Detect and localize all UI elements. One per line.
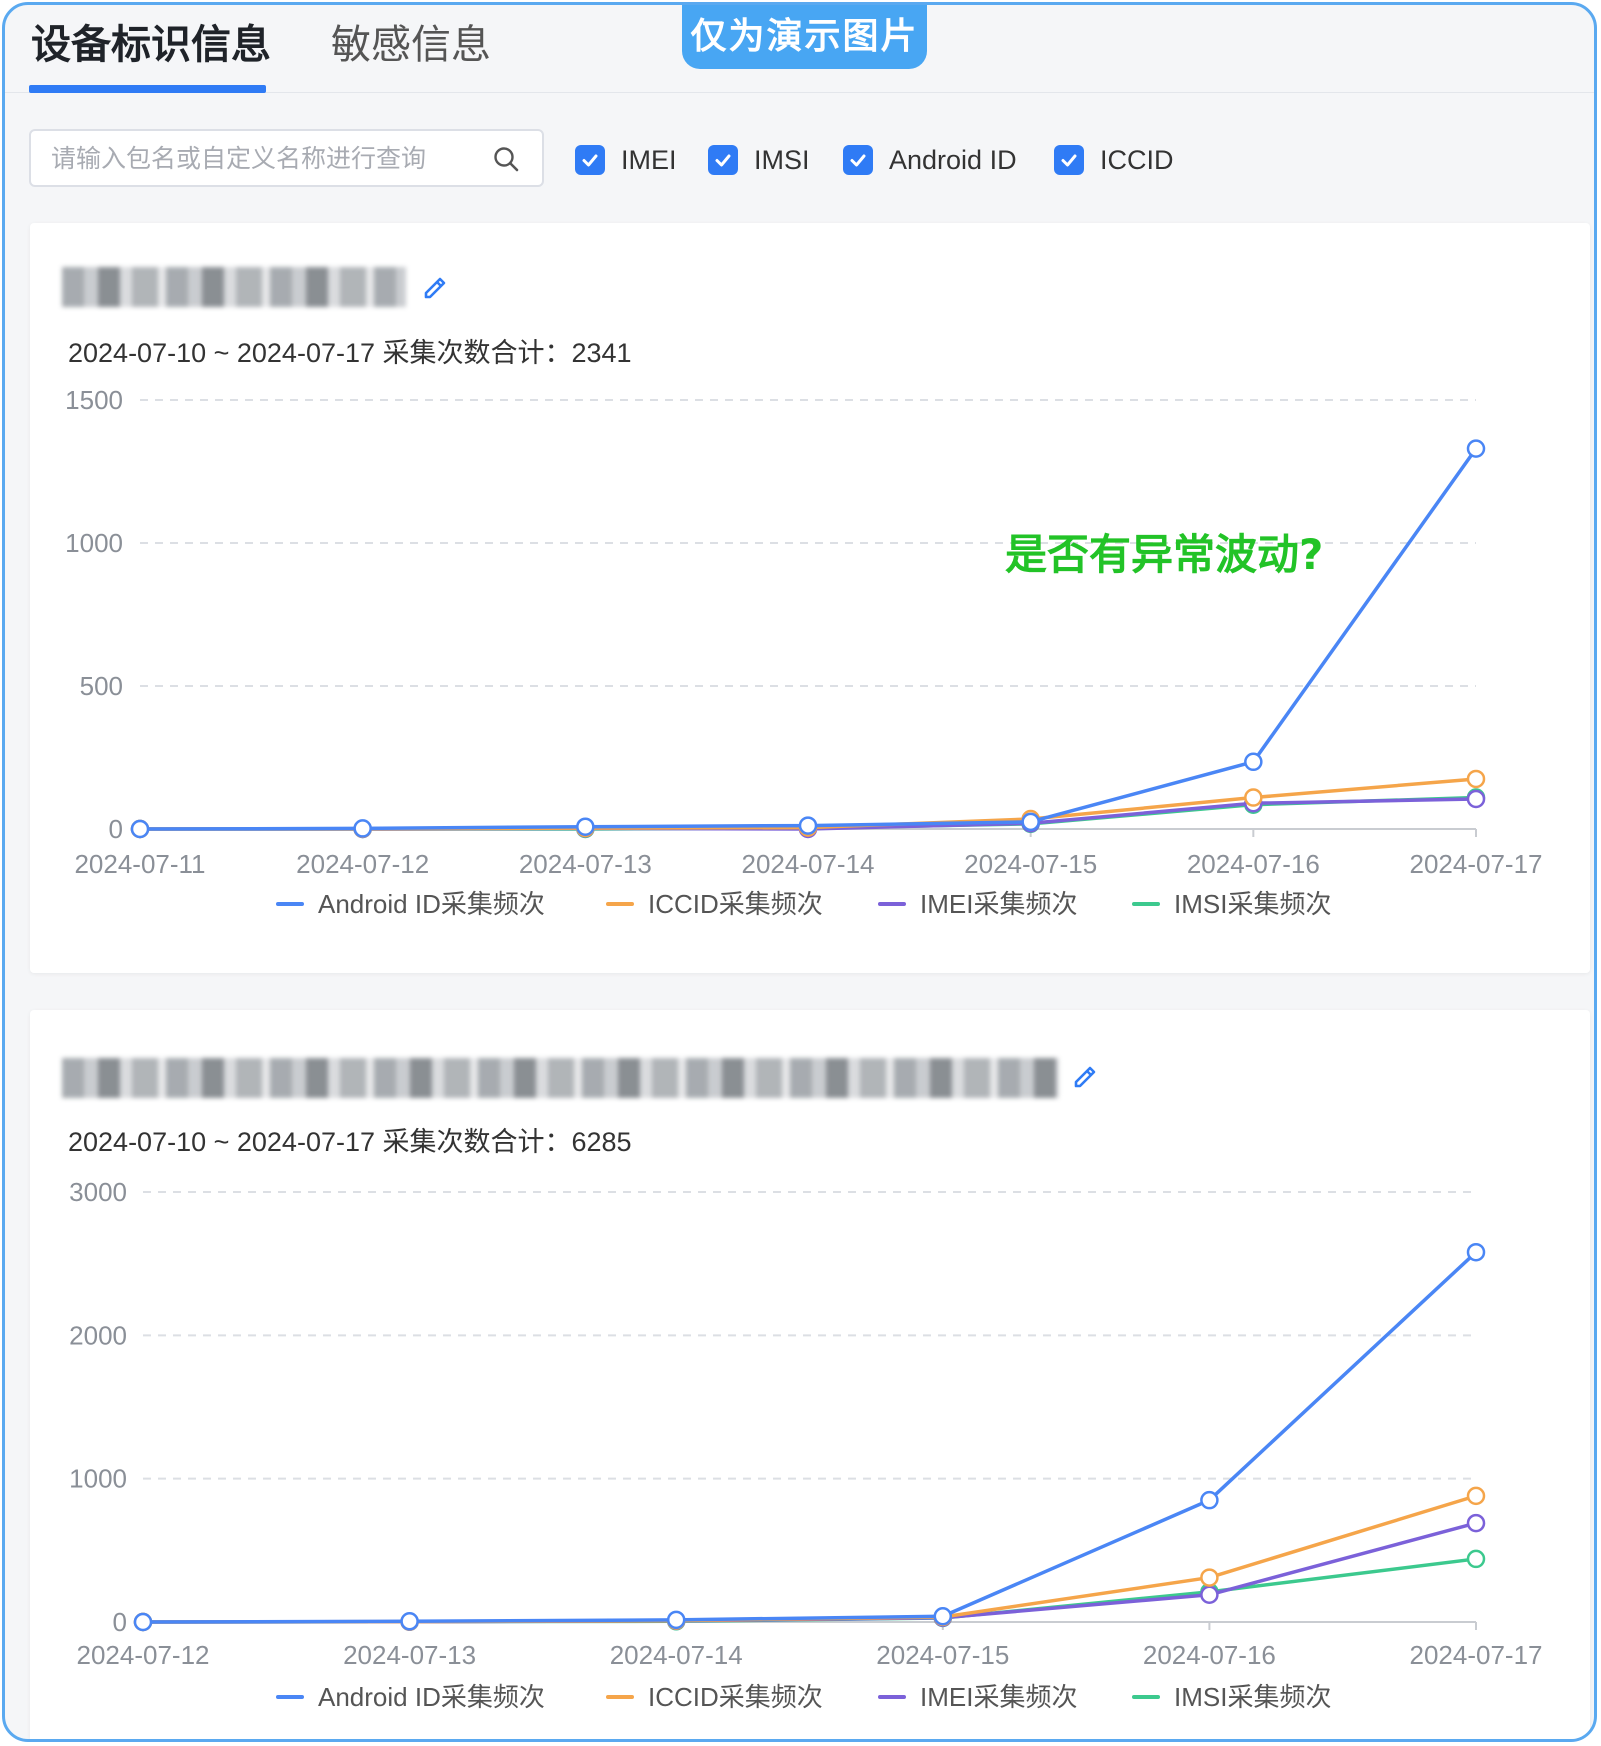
legend-label[interactable]: ICCID采集频次 (648, 889, 823, 919)
x-tick-label: 2024-07-11 (74, 849, 205, 879)
collection-summary: 2024-07-10 ~ 2024-07-17 采集次数合计：2341 (68, 338, 632, 368)
series-line (142, 1250, 1478, 1624)
edit-icon[interactable] (420, 271, 450, 301)
filter-label: Android ID (889, 144, 1017, 175)
series-line (142, 1494, 1477, 1624)
tab-bar: 设备标识信息 敏感信息 仅为演示图片 (5, 5, 1594, 93)
line-chart: 0 1000 2000 3000 2024-07-12 2024-07-13 2024-07… (69, 1177, 1543, 1712)
data-point[interactable] (353, 819, 372, 838)
x-tick-label: 2024-07-15 (876, 1640, 1009, 1670)
demo-badge: 仅为演示图片 (682, 5, 927, 69)
data-point[interactable] (1466, 1242, 1486, 1262)
x-tick-label: 2024-07-14 (742, 849, 875, 879)
filter-imei[interactable]: IMEI (575, 143, 677, 177)
x-tick-label: 2024-07-13 (519, 849, 652, 879)
legend-label[interactable]: ICCID采集频次 (648, 1682, 823, 1712)
data-point[interactable] (133, 1612, 153, 1632)
checkbox-checked-icon[interactable] (575, 145, 605, 175)
app-frame: 设备标识信息 敏感信息 仅为演示图片 IMEI IMSI Android ID (2, 2, 1597, 1742)
filter-label: ICCID (1100, 144, 1174, 175)
collection-summary: 2024-07-10 ~ 2024-07-17 采集次数合计：6285 (68, 1127, 632, 1157)
fluctuation-annotation: 是否有异常波动? (1005, 530, 1324, 579)
x-tick-label: 2024-07-17 (1410, 849, 1543, 879)
legend-label[interactable]: Android ID采集频次 (318, 889, 545, 919)
data-point[interactable] (130, 819, 150, 839)
data-point[interactable] (576, 817, 595, 836)
y-tick-label: 0 (109, 814, 123, 844)
series-line (139, 447, 1478, 831)
blurred-app-name (62, 267, 406, 307)
x-tick-label: 2024-07-16 (1187, 849, 1320, 879)
edit-icon[interactable] (1070, 1060, 1100, 1090)
data-point[interactable] (400, 1612, 419, 1631)
y-tick-label: 3000 (69, 1177, 127, 1207)
x-tick-label: 2024-07-13 (343, 1640, 476, 1670)
data-point[interactable] (1244, 752, 1263, 772)
data-point[interactable] (1244, 788, 1263, 807)
app-card: 2024-07-10 ~ 2024-07-17 采集次数合计：2341 0 500… (30, 223, 1590, 973)
legend-label[interactable]: IMSI采集频次 (1174, 1682, 1331, 1712)
blurred-app-name (62, 1058, 1059, 1098)
series-line (142, 1521, 1477, 1624)
data-point[interactable] (933, 1607, 953, 1626)
data-point[interactable] (1200, 1490, 1219, 1510)
x-tick-label: 2024-07-12 (296, 849, 429, 879)
x-tick-label: 2024-07-15 (964, 849, 1097, 879)
checkbox-checked-icon[interactable] (1054, 145, 1084, 175)
x-tick-label: 2024-07-16 (1143, 1640, 1276, 1670)
data-point[interactable] (1466, 789, 1486, 809)
legend-label[interactable]: Android ID采集频次 (318, 1682, 545, 1712)
search-box[interactable] (29, 129, 544, 187)
tab-device-identifiers[interactable]: 设备标识信息 (31, 19, 271, 71)
tab-sensitive-info[interactable]: 敏感信息 (331, 19, 491, 71)
search-icon[interactable] (492, 145, 520, 173)
data-point[interactable] (1200, 1568, 1219, 1587)
x-tick-label: 2024-07-17 (1410, 1640, 1543, 1670)
filter-label: IMSI (754, 144, 810, 175)
data-point[interactable] (1466, 769, 1486, 789)
legend-label[interactable]: IMEI采集频次 (920, 1682, 1077, 1712)
search-input[interactable] (51, 139, 481, 177)
filter-android-id[interactable]: Android ID (843, 143, 1017, 177)
checkbox-checked-icon[interactable] (708, 145, 738, 175)
x-tick-label: 2024-07-14 (610, 1640, 743, 1670)
y-tick-label: 1000 (69, 1464, 127, 1494)
data-point[interactable] (1466, 1549, 1486, 1569)
checkbox-checked-icon[interactable] (843, 145, 873, 175)
active-tab-indicator (29, 85, 266, 93)
data-point[interactable] (1466, 439, 1486, 458)
filter-iccid[interactable]: ICCID (1054, 143, 1174, 177)
app-card: 2024-07-10 ~ 2024-07-17 采集次数合计：6285 0 100… (30, 1010, 1590, 1739)
y-tick-label: 0 (113, 1607, 127, 1637)
y-tick-label: 1000 (65, 528, 123, 558)
line-chart: 0 500 1000 1500 2024-07-11 2024-07-12 2024-07-… (65, 385, 1543, 919)
legend-label[interactable]: IMSI采集频次 (1174, 889, 1331, 919)
legend-label[interactable]: IMEI采集频次 (920, 889, 1077, 919)
filter-label: IMEI (621, 144, 677, 175)
data-point[interactable] (798, 816, 818, 835)
y-tick-label: 1500 (65, 385, 123, 415)
y-tick-label: 2000 (69, 1320, 127, 1350)
series-line (142, 1557, 1477, 1624)
data-point[interactable] (666, 1610, 686, 1630)
data-point[interactable] (1466, 1486, 1486, 1506)
y-tick-label: 500 (80, 671, 123, 701)
x-tick-label: 2024-07-12 (77, 1640, 210, 1670)
filter-imsi[interactable]: IMSI (708, 143, 810, 177)
data-point[interactable] (1200, 1585, 1219, 1605)
data-point[interactable] (1021, 812, 1040, 832)
data-point[interactable] (1466, 1513, 1486, 1533)
